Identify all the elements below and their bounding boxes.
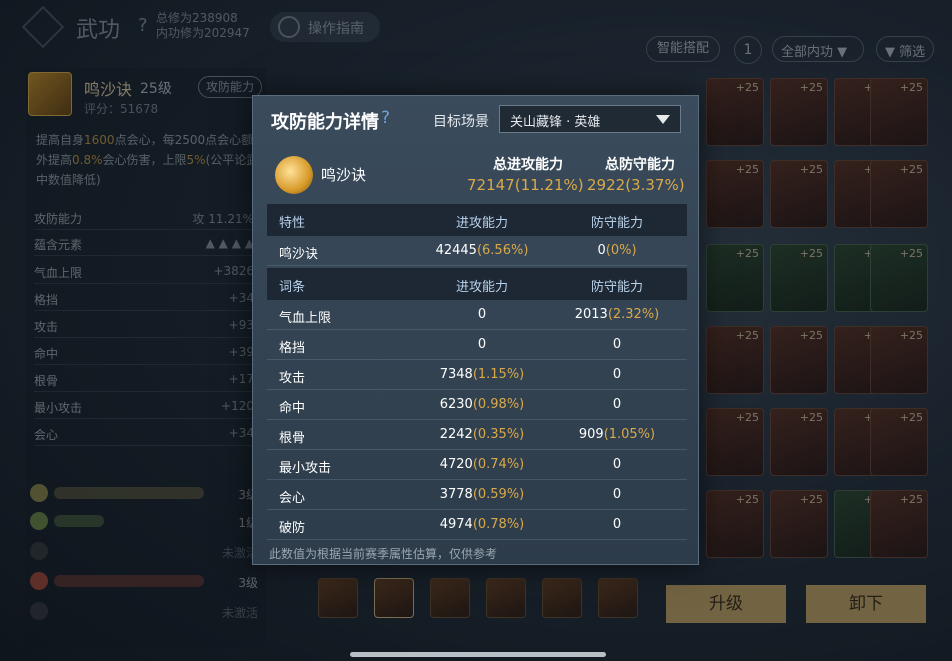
total-defense-number: 2922 <box>587 176 626 194</box>
row-label: 鸣沙诀 <box>279 247 319 262</box>
defense-number: 909 <box>578 427 604 442</box>
dialog-title: 攻防能力详情 <box>271 112 379 133</box>
attack-percent: (0.35%) <box>472 427 525 442</box>
defense-number: 0 <box>612 397 622 412</box>
column-header: 特性 <box>279 216 306 231</box>
defense-cell: 2013(2.32%) <box>537 307 697 322</box>
defense-number: 0 <box>612 487 622 502</box>
table-row: 命中 6230(0.98%) 0 <box>267 390 687 420</box>
trait-header-row: 特性 进攻能力 防守能力 <box>267 204 687 236</box>
attack-percent: (0.78%) <box>472 517 525 532</box>
row-label: 最小攻击 <box>279 461 332 476</box>
chevron-down-icon <box>656 115 670 124</box>
entry-header-row: 词条 进攻能力 防守能力 <box>267 268 687 300</box>
attack-number: 0 <box>477 337 487 352</box>
table-row: 破防 4974(0.78%) 0 <box>267 510 687 540</box>
table-row: 会心 3778(0.59%) 0 <box>267 480 687 510</box>
row-label: 格挡 <box>279 341 306 356</box>
total-defense-percent: (3.37%) <box>625 176 685 194</box>
defense-cell: 0 <box>537 517 697 532</box>
defense-number: 0 <box>612 517 622 532</box>
table-row: 格挡 0 0 <box>267 330 687 360</box>
defense-number: 0 <box>612 337 622 352</box>
defense-cell: 0 <box>537 487 697 502</box>
attack-number: 4720 <box>439 457 473 472</box>
defense-cell: 0(0%) <box>537 243 697 258</box>
defense-number: 0 <box>597 243 606 258</box>
column-header: 防守能力 <box>590 216 643 231</box>
target-scene-select[interactable]: 关山藏锋 · 英雄 <box>499 105 681 133</box>
defense-cell: 0 <box>537 397 697 412</box>
help-icon[interactable]: ? <box>381 108 390 128</box>
row-label: 攻击 <box>279 371 306 386</box>
row-label: 气血上限 <box>279 311 332 326</box>
attack-percent: (0.98%) <box>472 397 525 412</box>
table-row: 气血上限 0 2013(2.32%) <box>267 300 687 330</box>
table-row: 鸣沙诀 42445(6.56%) 0(0%) <box>267 236 687 266</box>
dialog-footnote: 此数值为根据当前赛季属性估算，仅供参考 <box>269 547 498 561</box>
attack-percent: (6.56%) <box>476 243 529 258</box>
defense-cell: 0 <box>537 457 697 472</box>
table-row: 根骨 2242(0.35%) 909(1.05%) <box>267 420 687 450</box>
column-header: 防守能力 <box>590 280 643 295</box>
home-indicator[interactable] <box>350 652 606 657</box>
total-attack-number: 72147 <box>467 176 515 194</box>
total-defense-value: 2922(3.37%) <box>587 176 685 194</box>
total-attack-percent: (11.21%) <box>514 176 584 194</box>
defense-number: 0 <box>612 367 622 382</box>
defense-cell: 909(1.05%) <box>537 427 697 442</box>
row-label: 破防 <box>279 521 306 536</box>
table-row: 最小攻击 4720(0.74%) 0 <box>267 450 687 480</box>
attack-number: 3778 <box>439 487 473 502</box>
defense-number: 2013 <box>574 307 608 322</box>
attack-percent: (0.74%) <box>472 457 525 472</box>
skill-icon <box>275 156 313 194</box>
attack-defense-detail-dialog: 攻防能力详情 ? 目标场景 关山藏锋 · 英雄 鸣沙诀 总进攻能力 总防守能力 … <box>252 95 699 565</box>
attack-number: 2242 <box>439 427 473 442</box>
defense-number: 0 <box>612 457 622 472</box>
row-label: 根骨 <box>279 431 306 446</box>
defense-percent: (1.05%) <box>603 427 656 442</box>
attack-number: 42445 <box>435 243 477 258</box>
defense-percent: (2.32%) <box>607 307 660 322</box>
total-attack-label: 总进攻能力 <box>493 157 563 173</box>
table-row: 攻击 7348(1.15%) 0 <box>267 360 687 390</box>
attack-number: 7348 <box>439 367 473 382</box>
attack-number: 4974 <box>439 517 473 532</box>
attack-percent: (1.15%) <box>472 367 525 382</box>
total-defense-label: 总防守能力 <box>605 157 675 173</box>
defense-cell: 0 <box>537 367 697 382</box>
attack-number: 6230 <box>439 397 473 412</box>
skill-name: 鸣沙诀 <box>321 166 367 184</box>
target-scene-label: 目标场景 <box>433 114 489 130</box>
attack-number: 0 <box>477 307 487 322</box>
defense-percent: (0%) <box>605 243 637 258</box>
target-scene-value: 关山藏锋 · 英雄 <box>510 115 601 130</box>
column-header: 词条 <box>279 280 306 295</box>
row-label: 命中 <box>279 401 306 416</box>
total-attack-value: 72147(11.21%) <box>467 176 584 194</box>
row-label: 会心 <box>279 491 306 506</box>
attack-percent: (0.59%) <box>472 487 525 502</box>
defense-cell: 0 <box>537 337 697 352</box>
